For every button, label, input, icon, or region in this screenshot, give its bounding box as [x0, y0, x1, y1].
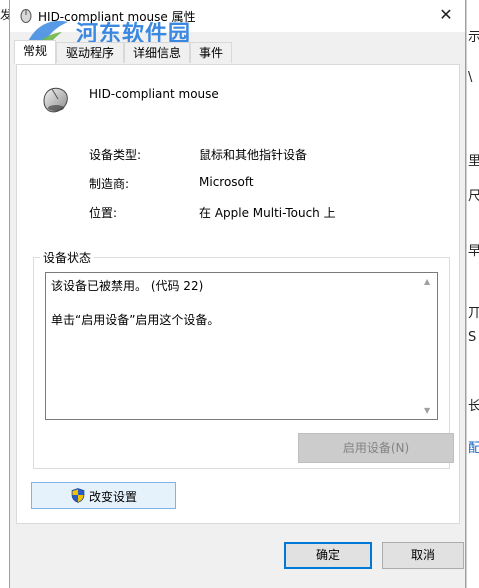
- status-line: 该设备已被禁用。 (代码 22): [51, 279, 204, 293]
- dialog-title: HID-compliant mouse 属性: [38, 10, 196, 24]
- background-link[interactable]: 配: [468, 437, 479, 456]
- scrollbar[interactable]: ▲ ▼: [421, 273, 437, 419]
- device-type-value: 鼠标和其他指针设备: [199, 148, 308, 162]
- ok-button[interactable]: 确定: [284, 542, 372, 569]
- general-panel: HID-compliant mouse 设备类型: 鼠标和其他指针设备 制造商:…: [16, 64, 460, 524]
- background-window-right: 示 \ 里 尺 早 丌 S 长 配: [466, 0, 479, 588]
- tab-events[interactable]: 事件: [190, 42, 232, 63]
- background-text: 长: [468, 395, 479, 414]
- background-text: 尺: [468, 185, 479, 204]
- location-value: 在 Apple Multi-Touch 上: [199, 206, 336, 220]
- background-text: S: [468, 330, 477, 345]
- tab-general[interactable]: 常规: [14, 40, 56, 64]
- close-icon[interactable]: ✕: [435, 4, 457, 26]
- background-text: 早: [468, 240, 479, 259]
- tab-driver[interactable]: 驱动程序: [56, 42, 124, 63]
- title-bar: HID-compliant mouse 属性 ✕: [10, 0, 465, 32]
- mouse-icon: [20, 9, 32, 23]
- device-status-group: 设备状态 该设备已被禁用。 (代码 22) 单击“启用设备”启用这个设备。 ▲ …: [33, 249, 454, 469]
- manufacturer-label: 制造商:: [89, 177, 130, 191]
- location-label: 位置:: [89, 206, 118, 220]
- background-text: \: [468, 70, 473, 85]
- change-settings-label: 改变设置: [89, 490, 138, 504]
- background-text: 丌: [468, 302, 479, 321]
- status-line: 单击“启用设备”启用这个设备。: [51, 313, 220, 327]
- scroll-down-icon[interactable]: ▼: [424, 406, 430, 415]
- device-name: HID-compliant mouse: [89, 87, 219, 101]
- background-text: 示: [468, 26, 479, 45]
- change-settings-button[interactable]: 改变设置: [31, 482, 176, 509]
- enable-device-button[interactable]: 启用设备(N): [298, 433, 454, 463]
- background-text: 里: [468, 150, 479, 169]
- device-type-label: 设备类型:: [89, 148, 142, 162]
- scroll-up-icon[interactable]: ▲: [424, 277, 430, 286]
- tab-details[interactable]: 详细信息: [124, 42, 190, 63]
- properties-dialog: HID-compliant mouse 属性 ✕ 河东软件园 www.pc035…: [9, 0, 466, 588]
- mouse-icon: [43, 87, 68, 113]
- cancel-button[interactable]: 取消: [382, 542, 464, 569]
- device-status-title: 设备状态: [40, 249, 95, 266]
- shield-icon: [71, 488, 85, 503]
- status-textbox[interactable]: 该设备已被禁用。 (代码 22) 单击“启用设备”启用这个设备。 ▲ ▼: [45, 272, 438, 420]
- manufacturer-value: Microsoft: [199, 175, 254, 189]
